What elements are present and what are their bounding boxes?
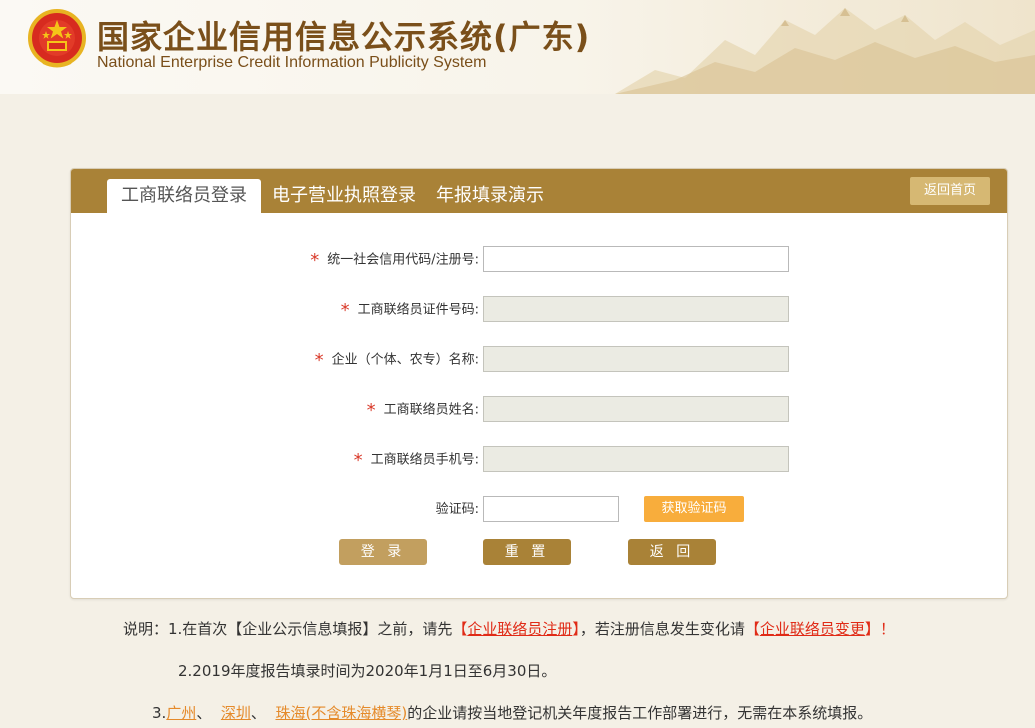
form-row-id-number: * 工商联络员证件号码: xyxy=(71,296,1007,324)
page-subtitle: National Enterprise Credit Information P… xyxy=(97,54,487,71)
site-header: 国家企业信用信息公示系统(广东) National Enterprise Cre… xyxy=(0,0,1035,94)
liaison-change-link[interactable]: 企业联络员变更 xyxy=(760,620,865,638)
company-name-label: 企业（个体、农专）名称: xyxy=(331,352,479,368)
required-star-icon: * xyxy=(310,250,320,271)
captcha-label: 验证码: xyxy=(435,502,479,517)
login-button[interactable]: 登 录 xyxy=(339,539,427,565)
captcha-input[interactable] xyxy=(483,496,619,522)
guangzhou-link[interactable]: 广州 xyxy=(166,704,196,722)
required-star-icon: * xyxy=(314,350,324,371)
phone-input[interactable] xyxy=(483,446,789,472)
form-row-company-name: * 企业（个体、农专）名称: xyxy=(71,346,1007,374)
tab-liaison-login[interactable]: 工商联络员登录 xyxy=(107,179,261,213)
form-row-captcha: 验证码: 获取验证码 xyxy=(71,496,1007,524)
tab-e-license-login[interactable]: 电子营业执照登录 xyxy=(272,179,416,213)
credit-code-label: 统一社会信用代码/注册号: xyxy=(327,252,479,268)
note-line-3: 3.广州、 深圳、 珠海(不含珠海横琴)的企业请按当地登记机关年度报告工作部署进… xyxy=(152,704,873,722)
liaison-name-input[interactable] xyxy=(483,396,789,422)
liaison-register-link[interactable]: 企业联络员注册 xyxy=(467,620,572,638)
note-line-2: 2.2019年度报告填录时间为2020年1月1日至6月30日。 xyxy=(178,662,557,680)
required-star-icon: * xyxy=(366,400,376,421)
note-line-1: 说明：1.在首次【企业公示信息填报】之前，请先【企业联络员注册】，若注册信息发生… xyxy=(123,620,895,638)
login-panel: 工商联络员登录 电子营业执照登录 年报填录演示 返回首页 * 统一社会信用代码/注… xyxy=(70,168,1008,599)
form-row-credit-code: * 统一社会信用代码/注册号: xyxy=(71,246,1007,274)
reset-button[interactable]: 重 置 xyxy=(483,539,571,565)
return-home-button[interactable]: 返回首页 xyxy=(910,177,990,205)
national-emblem-icon xyxy=(28,9,86,68)
form-row-phone: * 工商联络员手机号: xyxy=(71,446,1007,474)
credit-code-input[interactable] xyxy=(483,246,789,272)
tab-report-demo[interactable]: 年报填录演示 xyxy=(436,179,544,213)
required-star-icon: * xyxy=(340,300,350,321)
id-number-label: 工商联络员证件号码: xyxy=(357,302,479,318)
phone-label: 工商联络员手机号: xyxy=(370,452,479,468)
mountain-landscape-decoration xyxy=(615,8,1035,94)
get-captcha-button[interactable]: 获取验证码 xyxy=(644,496,744,522)
liaison-name-label: 工商联络员姓名: xyxy=(383,402,479,418)
company-name-input[interactable] xyxy=(483,346,789,372)
page-title: 国家企业信用信息公示系统(广东) xyxy=(97,18,591,56)
shenzhen-link[interactable]: 深圳 xyxy=(221,704,251,722)
back-button[interactable]: 返 回 xyxy=(628,539,716,565)
zhuhai-link[interactable]: 珠海(不含珠海横琴) xyxy=(275,704,407,722)
id-number-input[interactable] xyxy=(483,296,789,322)
required-star-icon: * xyxy=(353,450,363,471)
tab-bar: 工商联络员登录 电子营业执照登录 年报填录演示 返回首页 xyxy=(71,169,1007,213)
form-row-liaison-name: * 工商联络员姓名: xyxy=(71,396,1007,424)
